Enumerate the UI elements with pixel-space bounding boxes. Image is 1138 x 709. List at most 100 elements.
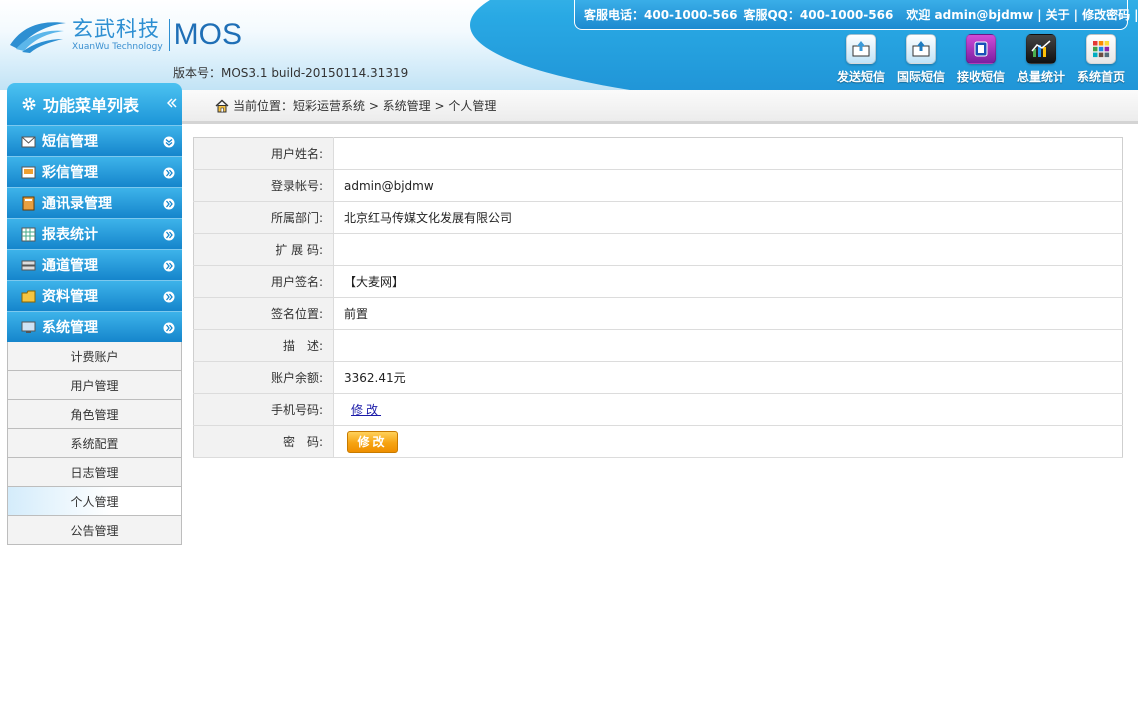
mms-icon bbox=[21, 166, 36, 178]
send-sms-icon bbox=[846, 34, 876, 64]
logo-divider bbox=[168, 19, 170, 51]
version-text: 版本号：MOS3.1 build-20150114.31319 bbox=[173, 66, 409, 80]
sidebar-header: 功能菜单列表 bbox=[7, 83, 182, 125]
table-row: 描 述: bbox=[193, 329, 1123, 362]
menu-label: 通道管理 bbox=[42, 258, 98, 274]
table-row: 扩 展 码: bbox=[193, 233, 1123, 266]
intl-sms-button[interactable]: 国际短信 bbox=[891, 34, 951, 85]
menu-label: 短信管理 bbox=[42, 134, 98, 150]
folder-icon bbox=[21, 290, 36, 302]
sidebar-item-announcement-management[interactable]: 公告管理 bbox=[7, 516, 182, 545]
menu-label: 资料管理 bbox=[42, 289, 98, 305]
stats-button[interactable]: 总量统计 bbox=[1011, 34, 1071, 85]
system-icon bbox=[21, 321, 36, 333]
menu-report-statistics[interactable]: 报表统计 bbox=[7, 218, 182, 249]
user-signature-value: 【大麦网】 bbox=[333, 265, 1123, 298]
chevron-right-icon bbox=[163, 198, 175, 210]
field-label: 用户签名: bbox=[193, 265, 334, 298]
menu-system-management[interactable]: 系统管理 bbox=[7, 311, 182, 342]
service-hotline: 客服电话：400-1000-566 bbox=[584, 8, 738, 22]
field-label: 密 码: bbox=[193, 425, 334, 458]
system-home-button[interactable]: 系统首页 bbox=[1071, 34, 1131, 85]
receive-sms-button[interactable]: 接收短信 bbox=[951, 34, 1011, 85]
department-value: 北京红马传媒文化发展有限公司 bbox=[333, 201, 1123, 234]
breadcrumb-text: 当前位置：短彩运营系统 > 系统管理 > 个人管理 bbox=[233, 99, 497, 113]
separator: | bbox=[1073, 7, 1079, 22]
edit-phone-link[interactable]: 修改 bbox=[351, 403, 381, 417]
service-qq: 客服QQ：400-1000-566 bbox=[743, 8, 894, 22]
send-sms-button[interactable]: 发送短信 bbox=[831, 34, 891, 85]
table-row: 手机号码: 修改 bbox=[193, 393, 1123, 426]
sms-icon bbox=[21, 136, 36, 147]
stats-label: 总量统计 bbox=[1016, 70, 1065, 84]
table-row: 账户余额: 3362.41元 bbox=[193, 361, 1123, 394]
channel-icon bbox=[21, 260, 36, 270]
chevron-right-icon bbox=[163, 260, 175, 272]
chevron-right-icon bbox=[163, 322, 175, 334]
login-account-value: admin@bjdmw bbox=[333, 169, 1123, 202]
welcome-text: 欢迎 admin@bjdmw bbox=[906, 8, 1034, 22]
receive-sms-label: 接收短信 bbox=[956, 70, 1005, 84]
account-balance-value: 3362.41元 bbox=[333, 361, 1123, 394]
table-row: 用户姓名: bbox=[193, 137, 1123, 170]
menu-mms-management[interactable]: 彩信管理 bbox=[7, 156, 182, 187]
chevron-right-icon bbox=[163, 291, 175, 303]
field-label: 登录帐号: bbox=[193, 169, 334, 202]
field-label: 用户姓名: bbox=[193, 137, 334, 170]
edit-password-button[interactable]: 修改 bbox=[347, 430, 398, 453]
collapse-sidebar-icon[interactable] bbox=[167, 98, 177, 108]
sidebar: 功能菜单列表 短信管理 彩信管理 通讯录管理 报表统计 通道管理 资料管理 系统… bbox=[7, 83, 182, 545]
chevron-down-icon bbox=[163, 136, 175, 148]
home-grid-icon bbox=[1086, 34, 1116, 64]
logo-product-name: MOS bbox=[173, 18, 242, 51]
table-row: 密 码: 修改 bbox=[193, 425, 1123, 458]
chevron-right-icon bbox=[163, 167, 175, 179]
menu-sms-management[interactable]: 短信管理 bbox=[7, 125, 182, 156]
sidebar-title: 功能菜单列表 bbox=[43, 96, 140, 115]
field-label: 手机号码: bbox=[193, 393, 334, 426]
separator: | bbox=[1134, 7, 1138, 22]
sidebar-item-billing-account[interactable]: 计费账户 bbox=[7, 342, 182, 371]
menu-label: 通讯录管理 bbox=[42, 196, 112, 212]
field-label: 签名位置: bbox=[193, 297, 334, 330]
field-label: 所属部门: bbox=[193, 201, 334, 234]
logo-swirl-icon bbox=[10, 22, 66, 53]
receive-sms-icon bbox=[966, 34, 996, 64]
intl-sms-icon bbox=[906, 34, 936, 64]
send-sms-label: 发送短信 bbox=[836, 70, 885, 84]
description-value bbox=[333, 329, 1123, 362]
sidebar-item-role-management[interactable]: 角色管理 bbox=[7, 400, 182, 429]
top-info-bar: 客服电话：400-1000-566 客服QQ：400-1000-566 欢迎 a… bbox=[574, 0, 1138, 30]
phone-number-cell: 修改 bbox=[333, 393, 1123, 426]
menu-data-management[interactable]: 资料管理 bbox=[7, 280, 182, 311]
report-icon bbox=[21, 227, 36, 241]
menu-label: 彩信管理 bbox=[42, 165, 98, 181]
password-cell: 修改 bbox=[333, 425, 1123, 458]
system-home-label: 系统首页 bbox=[1076, 70, 1125, 84]
personal-info-table: 用户姓名: 登录帐号: admin@bjdmw 所属部门: 北京红马传媒文化发展… bbox=[193, 137, 1123, 458]
header: 玄武科技 XuanWu Technology MOS 版本号：MOS3.1 bu… bbox=[0, 0, 1138, 90]
table-row: 登录帐号: admin@bjdmw bbox=[193, 169, 1123, 202]
logo-chinese-name: 玄武科技 bbox=[72, 17, 160, 41]
logo: 玄武科技 XuanWu Technology MOS bbox=[8, 14, 242, 56]
sidebar-item-user-management[interactable]: 用户管理 bbox=[7, 371, 182, 400]
menu-channel-management[interactable]: 通道管理 bbox=[7, 249, 182, 280]
table-row: 签名位置: 前置 bbox=[193, 297, 1123, 330]
about-link[interactable]: 关于 bbox=[1046, 6, 1070, 23]
menu-label: 报表统计 bbox=[42, 227, 98, 243]
field-label: 描 述: bbox=[193, 329, 334, 362]
extension-code-value bbox=[333, 233, 1123, 266]
change-password-link[interactable]: 修改密码 bbox=[1082, 6, 1130, 23]
sidebar-item-system-config[interactable]: 系统配置 bbox=[7, 429, 182, 458]
sidebar-item-log-management[interactable]: 日志管理 bbox=[7, 458, 182, 487]
table-row: 所属部门: 北京红马传媒文化发展有限公司 bbox=[193, 201, 1123, 234]
signature-position-value: 前置 bbox=[333, 297, 1123, 330]
sidebar-item-personal-management[interactable]: 个人管理 bbox=[7, 487, 182, 516]
intl-sms-label: 国际短信 bbox=[896, 70, 945, 84]
gear-icon bbox=[22, 97, 36, 111]
menu-label: 系统管理 bbox=[42, 320, 98, 336]
table-row: 用户签名: 【大麦网】 bbox=[193, 265, 1123, 298]
field-label: 账户余额: bbox=[193, 361, 334, 394]
menu-contacts-management[interactable]: 通讯录管理 bbox=[7, 187, 182, 218]
contacts-icon bbox=[22, 196, 35, 210]
